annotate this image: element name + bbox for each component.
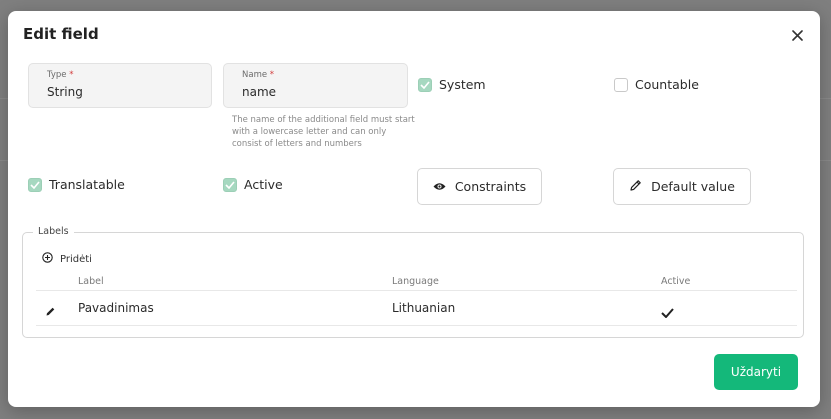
labels-legend: Labels	[33, 226, 74, 237]
checkbox-checked-icon[interactable]	[28, 177, 42, 192]
constraints-button-label: Constraints	[454, 179, 527, 194]
name-field-label: Name *	[242, 70, 275, 80]
column-header-active: Active	[661, 276, 691, 287]
translatable-label: Translatable	[49, 177, 125, 192]
row-label: Pavadinimas	[78, 301, 154, 315]
checkbox-checked-icon[interactable]	[223, 177, 237, 192]
system-checkbox[interactable]: System	[418, 77, 486, 92]
countable-label: Countable	[635, 77, 699, 92]
name-field[interactable]: Name * name	[223, 63, 408, 108]
plus-circle-icon	[42, 252, 53, 266]
labels-section: Labels Pridėti Label Language Active Pav…	[22, 226, 804, 338]
pencil-icon	[629, 179, 642, 195]
type-field-label: Type *	[47, 70, 74, 80]
pencil-icon[interactable]	[45, 302, 56, 321]
eye-icon	[433, 179, 446, 194]
type-field-value: String	[47, 85, 83, 99]
type-field[interactable]: Type * String	[28, 63, 212, 108]
checkbox-checked-icon[interactable]	[418, 77, 432, 92]
active-label: Active	[244, 177, 283, 192]
uzdaryti-button[interactable]: Uždaryti	[714, 354, 798, 390]
default-value-button[interactable]: Default value	[613, 168, 751, 205]
column-header-language: Language	[392, 276, 439, 287]
translatable-checkbox[interactable]: Translatable	[28, 177, 125, 192]
constraints-button[interactable]: Constraints	[417, 168, 542, 205]
name-field-value: name	[242, 85, 277, 99]
countable-checkbox[interactable]: Countable	[614, 77, 699, 92]
checkbox-unchecked-icon[interactable]	[614, 77, 628, 92]
system-label: System	[439, 77, 486, 92]
dialog-title: Edit field	[23, 25, 99, 43]
column-header-label: Label	[78, 276, 104, 287]
row-language: Lithuanian	[392, 301, 456, 315]
active-checkbox[interactable]: Active	[223, 177, 283, 192]
name-field-hint: The name of the additional field must st…	[232, 115, 415, 149]
default-value-button-label: Default value	[651, 179, 735, 194]
add-label-button[interactable]: Pridėti	[42, 252, 92, 266]
add-label-text: Pridėti	[60, 253, 92, 265]
close-icon[interactable]	[788, 26, 806, 44]
check-icon	[661, 303, 674, 322]
edit-field-dialog: Edit field Type * String Name * name The…	[8, 11, 820, 407]
